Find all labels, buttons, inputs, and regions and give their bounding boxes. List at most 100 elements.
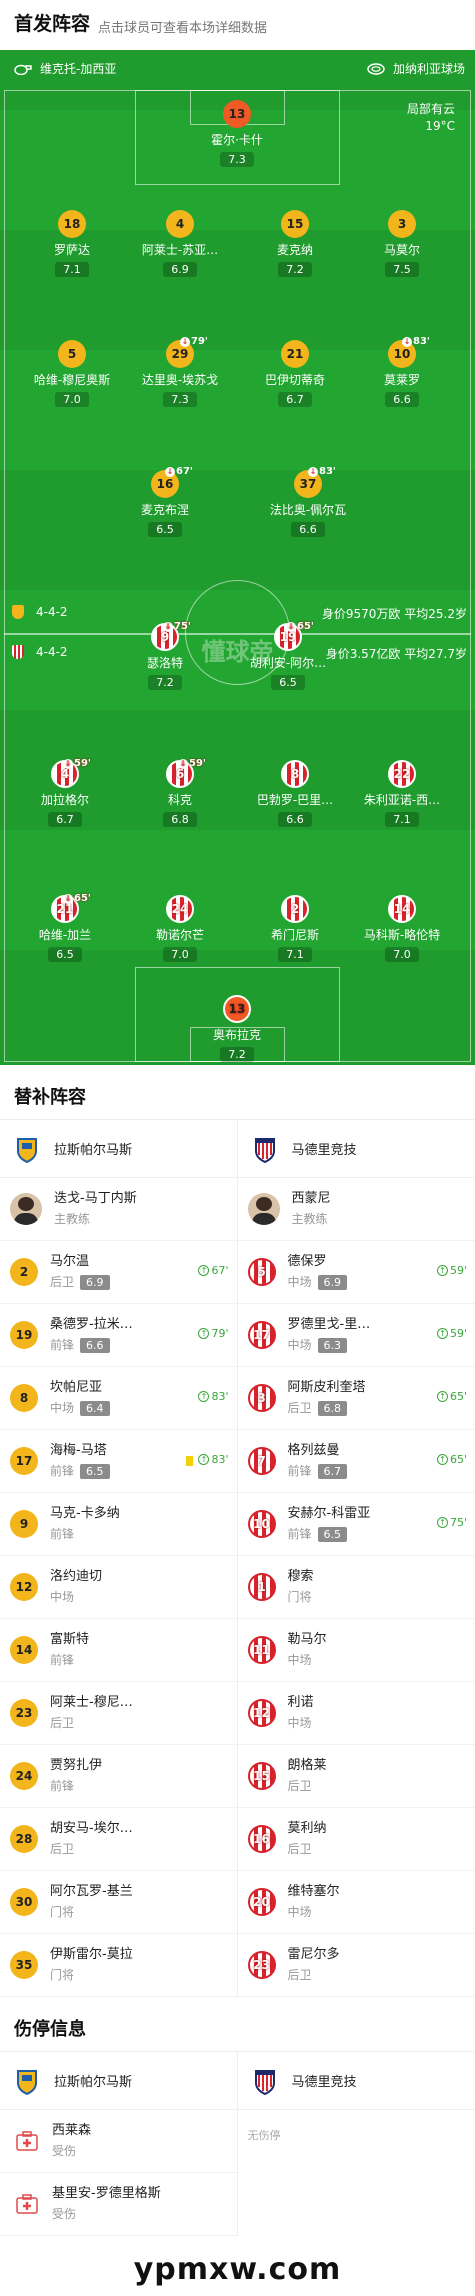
coach-role: 主教练 <box>291 1212 328 1226</box>
sub-player-row[interactable]: 8 坎帕尼亚 中场 6.4 ↑ 83' <box>0 1367 237 1430</box>
away-player-6[interactable]: 21 ↓ 65' 哈维-加兰 6.5 <box>20 893 110 962</box>
player-rating: 6.4 <box>80 1400 110 1416</box>
sub-player-row[interactable]: 16 莫利纳 后卫 <box>237 1808 475 1871</box>
home-injuries-team[interactable]: 拉斯帕尔马斯 <box>0 2052 237 2110</box>
sub-in-time: ↑ 75' <box>436 1516 467 1529</box>
stadium-icon <box>367 62 385 75</box>
player-name: 巴伊切蒂奇 <box>264 373 325 387</box>
sub-player-row[interactable]: 19 桑德罗-拉米… 前锋 6.6 ↑ 79' <box>0 1304 237 1367</box>
player-position: 后卫 <box>50 1716 75 1730</box>
sub-in-icon: ↑ <box>198 1454 210 1465</box>
player-rating: 6.5 <box>80 1463 110 1479</box>
sub-player-row[interactable]: 11 勒马尔 中场 <box>237 1619 475 1682</box>
jersey-number: 12 <box>10 1573 38 1601</box>
injury-status: 受伤 <box>52 2144 77 2158</box>
away-player-1[interactable]: 19 ↓ 65' 胡利安-阿尔… 6.5 <box>243 621 333 690</box>
player-position: 中场 <box>287 1338 312 1352</box>
sub-player-row[interactable]: 2 马尔温 后卫 6.9 ↑ 67' <box>0 1241 237 1304</box>
sub-player-row[interactable]: 1 穆索 门将 <box>237 1556 475 1619</box>
home-player-7[interactable]: 21 巴伊切蒂奇 6.7 <box>250 340 340 407</box>
jersey-number: 28 <box>10 1825 38 1853</box>
home-player-5[interactable]: 5 哈维-穆尼奥斯 7.0 <box>27 340 117 407</box>
jersey-number: 17 <box>10 1447 38 1475</box>
jersey-number: 22 <box>388 760 416 788</box>
player-rating: 7.0 <box>55 392 89 407</box>
player-name: 阿莱士-穆尼… <box>50 1695 133 1710</box>
home-player-0[interactable]: 13 霍尔·卡什 7.3 <box>192 100 282 167</box>
jersey-number: 12 <box>247 1699 276 1727</box>
sub-off-icon: ↓ 59' <box>63 758 91 769</box>
away-player-4[interactable]: 8 巴勃罗-巴里… 6.6 <box>250 760 340 827</box>
jersey-number: 19 <box>10 1321 38 1349</box>
player-name: 西莱森 <box>52 2123 92 2138</box>
away-player-9[interactable]: 14 马科斯-略伦特 7.0 <box>357 895 447 962</box>
home-player-8[interactable]: 10 ↓ 83' 莫莱罗 6.6 <box>357 336 447 407</box>
home-coach[interactable]: 迭戈-马丁内斯 主教练 <box>0 1178 237 1241</box>
away-player-0[interactable]: 9 ↓ 75' 瑟洛特 7.2 <box>120 621 210 690</box>
sub-player-row[interactable]: 10 安赫尔-科雷亚 前锋 6.5 ↑ 75' <box>237 1493 475 1556</box>
away-value: 身价3.57亿欧 <box>325 647 401 661</box>
no-injuries: 无伤停 <box>238 2110 475 2160</box>
home-team-name: 维克托-加西亚 <box>40 62 117 76</box>
player-rating: 6.9 <box>163 262 197 277</box>
sub-player-row[interactable]: 28 胡安马-埃尔… 后卫 <box>0 1808 237 1871</box>
away-coach[interactable]: 西蒙尼 主教练 <box>237 1178 475 1241</box>
player-position: 前锋 <box>287 1527 312 1541</box>
home-player-1[interactable]: 18 罗萨达 7.1 <box>27 210 117 277</box>
home-player-10[interactable]: 37 ↓ 83' 法比奥-佩尔瓦 6.6 <box>263 466 353 537</box>
sub-player-row[interactable]: 17 罗德里戈-里… 中场 6.3 ↑ 59' <box>237 1304 475 1367</box>
sub-player-row[interactable]: 12 利诺 中场 <box>237 1682 475 1745</box>
sub-off-icon: ↓ 59' <box>178 758 206 769</box>
away-player-2[interactable]: 4 ↓ 59' 加拉格尔 6.7 <box>20 758 110 827</box>
home-player-9[interactable]: 16 ↓ 67' 麦克布涅 6.5 <box>120 466 210 537</box>
away-player-3[interactable]: 6 ↓ 59' 科克 6.8 <box>135 758 225 827</box>
sub-player-row[interactable]: 23 雷尼尔多 后卫 <box>237 1934 475 1997</box>
away-injuries-team[interactable]: 马德里竞技 <box>237 2052 475 2110</box>
sub-player-row[interactable]: 23 阿莱士-穆尼… 后卫 <box>0 1682 237 1745</box>
home-player-3[interactable]: 15 麦克纳 7.2 <box>250 210 340 277</box>
away-crest-icon <box>252 1134 278 1164</box>
sub-in-icon: ↑ <box>436 1517 448 1528</box>
away-player-8[interactable]: 2 希门尼斯 7.1 <box>250 895 340 962</box>
player-position: 前锋 <box>50 1527 75 1541</box>
sub-player-row[interactable]: 12 洛约迪切 中场 <box>0 1556 237 1619</box>
jersey-number: 4 <box>166 210 194 238</box>
away-player-10[interactable]: 13 奥布拉克 7.2 <box>192 995 282 1062</box>
player-name: 阿尔瓦罗-基兰 <box>50 1884 133 1899</box>
jersey-number: 2 <box>281 895 309 923</box>
sub-player-row[interactable]: 24 贾努扎伊 前锋 <box>0 1745 237 1808</box>
player-rating: 6.5 <box>48 947 82 962</box>
injuries-grid: 拉斯帕尔马斯 西莱森受伤基里安-罗德里格斯 受伤 马德里竞技 无伤停 <box>0 2051 475 2236</box>
jersey-number: 10 <box>247 1510 276 1538</box>
player-name: 达里奥-埃苏戈 <box>141 373 219 387</box>
coach-name: 西蒙尼 <box>291 1191 331 1206</box>
jersey-number: 7 <box>247 1447 276 1475</box>
away-player-5[interactable]: 22 朱利亚诺-西… 7.1 <box>357 760 447 827</box>
player-rating: 6.5 <box>271 675 305 690</box>
injured-player-row[interactable]: 西莱森 受伤 <box>0 2110 237 2173</box>
home-player-4[interactable]: 3 马莫尔 7.5 <box>357 210 447 277</box>
player-name: 莫莱罗 <box>383 373 420 387</box>
sub-player-row[interactable]: 3 阿斯皮利奎塔 后卫 6.8 ↑ 65' <box>237 1367 475 1430</box>
sub-player-row[interactable]: 15 朗格莱 后卫 <box>237 1745 475 1808</box>
sub-player-row[interactable]: 20 维特塞尔 中场 <box>237 1871 475 1934</box>
away-player-7[interactable]: 24 勒诺尔芒 7.0 <box>135 895 225 962</box>
sub-player-row[interactable]: 17 海梅-马塔 前锋 6.5 ↑ 83' <box>0 1430 237 1493</box>
sub-player-row[interactable]: 30 阿尔瓦罗-基兰 门将 <box>0 1871 237 1934</box>
sub-player-row[interactable]: 5 德保罗 中场 6.9 ↑ 59' <box>237 1241 475 1304</box>
sub-player-row[interactable]: 35 伊斯雷尔-莫拉 门将 <box>0 1934 237 1997</box>
home-subs-team[interactable]: 拉斯帕尔马斯 <box>0 1120 237 1178</box>
player-position: 后卫 <box>287 1968 312 1982</box>
player-name: 朱利亚诺-西… <box>363 793 441 807</box>
sub-player-row[interactable]: 7 格列兹曼 前锋 6.7 ↑ 65' <box>237 1430 475 1493</box>
lineup-subtitle: 点击球员可查看本场详细数据 <box>98 21 268 36</box>
sub-player-row[interactable]: 9 马克-卡多纳 前锋 <box>0 1493 237 1556</box>
home-player-6[interactable]: 29 ↓ 79' 达里奥-埃苏戈 7.3 <box>135 336 225 407</box>
away-subs-team[interactable]: 马德里竞技 <box>237 1120 475 1178</box>
weather: 局部有云 19°C <box>407 101 455 135</box>
jersey-number: 23 <box>247 1951 276 1979</box>
home-player-2[interactable]: 4 阿莱士-苏亚… 6.9 <box>135 210 225 277</box>
jersey-number: 20 <box>247 1888 276 1916</box>
sub-player-row[interactable]: 14 富斯特 前锋 <box>0 1619 237 1682</box>
injured-player-row[interactable]: 基里安-罗德里格斯 受伤 <box>0 2173 237 2236</box>
